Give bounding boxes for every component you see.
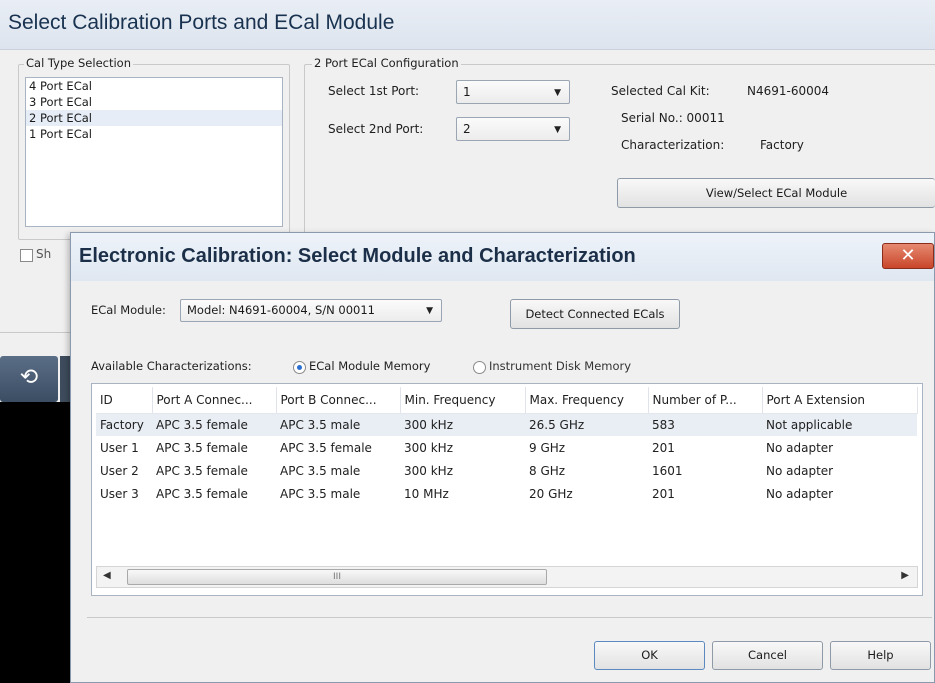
cal-type-item-1port[interactable]: 1 Port ECal xyxy=(26,126,282,142)
dark-background-area xyxy=(0,402,70,683)
table-cell: APC 3.5 female xyxy=(280,440,372,455)
port2-select[interactable]: 2 ▼ xyxy=(456,117,570,141)
view-select-ecal-button[interactable]: View/Select ECal Module xyxy=(617,178,935,208)
selected-cal-kit-value: N4691-60004 xyxy=(747,84,830,98)
close-x-icon: ✕ xyxy=(900,245,916,266)
table-cell: 583 xyxy=(648,413,762,436)
available-characterizations-label: Available Characterizations: xyxy=(91,359,252,373)
cancel-button[interactable]: Cancel xyxy=(712,641,823,670)
cal-type-group-title: Cal Type Selection xyxy=(24,56,133,70)
dialog-title-bar: Electronic Calibration: Select Module an… xyxy=(71,233,934,281)
port2-value: 2 xyxy=(463,122,471,136)
table-cell: User 3 xyxy=(100,486,139,501)
separator xyxy=(0,332,70,333)
show-checkbox[interactable] xyxy=(20,249,33,262)
table-cell: APC 3.5 male xyxy=(280,486,361,501)
window-title: Select Calibration Ports and ECal Module xyxy=(8,11,395,34)
ecal-module-label: ECal Module: xyxy=(91,303,166,317)
help-button[interactable]: Help xyxy=(830,641,931,670)
horizontal-scrollbar[interactable]: ◀ III ▶ xyxy=(96,566,918,588)
port1-value: 1 xyxy=(463,85,471,99)
table-cell: 201 xyxy=(652,486,675,501)
ok-button[interactable]: OK xyxy=(594,641,705,670)
scrollbar-grip: III xyxy=(333,572,341,582)
table-cell: 20 GHz xyxy=(529,486,573,501)
table-cell: No adapter xyxy=(766,463,834,478)
table-row[interactable]: User 1 APC 3.5 female APC 3.5 female 300… xyxy=(96,436,917,459)
table-cell: 10 MHz xyxy=(404,486,449,501)
close-button[interactable]: ✕ xyxy=(882,243,934,269)
port1-select[interactable]: 1 ▼ xyxy=(456,80,570,104)
scroll-right-arrow-icon[interactable]: ▶ xyxy=(901,570,909,581)
column-header[interactable]: ID xyxy=(96,387,153,414)
table-row[interactable]: Factory APC 3.5 female APC 3.5 male 300 … xyxy=(96,413,917,436)
dialog-title: Electronic Calibration: Select Module an… xyxy=(79,245,636,267)
serial-number: Serial No.: 00011 xyxy=(621,111,725,125)
chevron-down-icon: ▼ xyxy=(554,88,561,98)
column-header[interactable]: Number of P... xyxy=(648,387,763,414)
dialog-separator xyxy=(87,617,932,618)
table-cell: 8 GHz xyxy=(529,463,566,478)
characterization-value: Factory xyxy=(760,138,804,152)
cal-type-list[interactable]: 4 Port ECal 3 Port ECal 2 Port ECal 1 Po… xyxy=(25,77,283,227)
table-cell: User 2 xyxy=(100,463,139,478)
table-header-row: ID Port A Connec... Port B Connec... Min… xyxy=(96,387,918,414)
table-row[interactable]: User 2 APC 3.5 female APC 3.5 male 300 k… xyxy=(96,459,917,482)
column-header[interactable]: Port B Connec... xyxy=(276,387,401,414)
port1-label: Select 1st Port: xyxy=(328,84,420,98)
characterization-label: Characterization: xyxy=(621,138,725,152)
window-title-bar: Select Calibration Ports and ECal Module xyxy=(0,0,935,50)
table-cell: Not applicable xyxy=(762,413,917,436)
scroll-left-arrow-icon[interactable]: ◀ xyxy=(103,570,111,581)
column-header[interactable]: Port A Connec... xyxy=(152,387,277,414)
column-header[interactable]: Port A Extension xyxy=(762,387,918,414)
table-cell: 201 xyxy=(652,440,675,455)
table-cell: APC 3.5 female xyxy=(156,463,248,478)
chevron-down-icon: ▼ xyxy=(426,306,433,316)
table-cell: APC 3.5 female xyxy=(156,440,248,455)
chevron-down-icon: ▼ xyxy=(554,125,561,135)
cal-type-item-4port[interactable]: 4 Port ECal xyxy=(26,78,282,94)
ecal-module-value: Model: N4691-60004, S/N 00011 xyxy=(187,303,375,317)
column-header[interactable]: Max. Frequency xyxy=(525,387,649,414)
table-cell: APC 3.5 female xyxy=(156,486,248,501)
toolbar-strip xyxy=(60,356,70,402)
scrollbar-thumb[interactable]: III xyxy=(127,569,547,585)
table-cell: 1601 xyxy=(652,463,683,478)
table-cell: APC 3.5 female xyxy=(152,413,276,436)
column-header[interactable]: Min. Frequency xyxy=(400,387,526,414)
table-cell: 9 GHz xyxy=(529,440,566,455)
ecal-dialog: Electronic Calibration: Select Module an… xyxy=(70,232,935,683)
ecal-memory-radio[interactable] xyxy=(293,361,306,374)
detect-connected-ecals-button[interactable]: Detect Connected ECals xyxy=(510,299,680,329)
table-cell: APC 3.5 male xyxy=(280,463,361,478)
selected-cal-kit-label: Selected Cal Kit: xyxy=(611,84,710,98)
table-cell: No adapter xyxy=(766,486,834,501)
ecal-memory-radio-label[interactable]: ECal Module Memory xyxy=(309,359,430,373)
table-cell: 300 kHz xyxy=(404,463,453,478)
undo-arrow-icon: ⟲ xyxy=(19,365,39,390)
cal-type-item-2port[interactable]: 2 Port ECal xyxy=(26,110,282,126)
show-checkbox-label: Sh xyxy=(36,247,52,261)
table-cell: 300 kHz xyxy=(400,413,525,436)
disk-memory-radio[interactable] xyxy=(473,361,486,374)
table-cell: Factory xyxy=(96,413,152,436)
characterizations-grid: ID Port A Connec... Port B Connec... Min… xyxy=(96,387,918,505)
port2-label: Select 2nd Port: xyxy=(328,122,424,136)
undo-button[interactable]: ⟲ xyxy=(0,356,58,402)
table-cell: APC 3.5 male xyxy=(276,413,400,436)
table-cell: 300 kHz xyxy=(404,440,453,455)
port-config-group-title: 2 Port ECal Configuration xyxy=(312,56,461,70)
disk-memory-radio-label[interactable]: Instrument Disk Memory xyxy=(489,359,631,373)
table-cell: User 1 xyxy=(100,440,139,455)
characterizations-table[interactable]: ID Port A Connec... Port B Connec... Min… xyxy=(91,383,923,596)
table-cell: 26.5 GHz xyxy=(525,413,648,436)
table-cell: No adapter xyxy=(766,440,834,455)
table-row[interactable]: User 3 APC 3.5 female APC 3.5 male 10 MH… xyxy=(96,482,917,505)
ecal-module-select[interactable]: Model: N4691-60004, S/N 00011 ▼ xyxy=(180,299,442,322)
cal-type-item-3port[interactable]: 3 Port ECal xyxy=(26,94,282,110)
